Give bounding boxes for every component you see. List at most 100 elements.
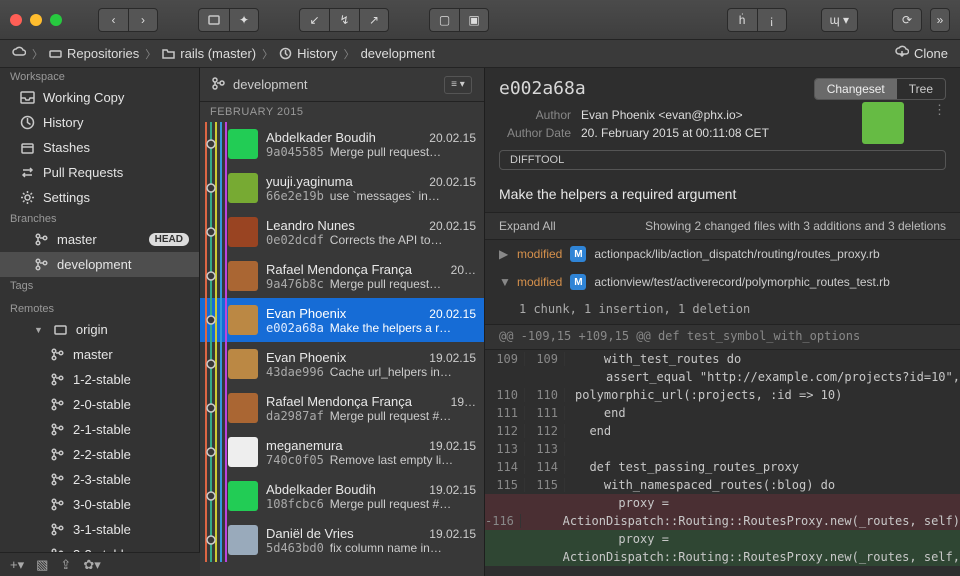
pull-button[interactable]: ↙ (299, 8, 329, 32)
sidebar-item-settings[interactable]: Settings (0, 185, 199, 210)
commit-row[interactable]: Rafael Mendonça França 19… da2987af Merg… (200, 386, 484, 430)
disclosure-icon[interactable]: ▶ (499, 247, 509, 261)
commit-row[interactable]: Rafael Mendonça França 20… 9a476b8c Merg… (200, 254, 484, 298)
commit-date: 20.02.15 (429, 131, 476, 145)
more-icon[interactable]: ⋮ (933, 102, 946, 118)
sidebar-branch-development[interactable]: development (0, 252, 199, 277)
old-line-number: 110 (485, 388, 525, 402)
refresh-button[interactable]: ⟳ (892, 8, 922, 32)
drive-icon (49, 47, 62, 60)
commit-author: Evan Phoenix (266, 306, 346, 321)
sidebar-item-working-copy[interactable]: Working Copy (0, 85, 199, 110)
diff-code: proxy = (565, 532, 669, 546)
add-menu-icon[interactable]: +▾ (10, 557, 24, 573)
forward-button[interactable]: › (128, 8, 158, 32)
commit-button[interactable] (198, 8, 229, 32)
view-mode-button[interactable]: ≡ ▾ (444, 76, 472, 94)
new-line-number: 113 (525, 442, 565, 456)
changes-summary: Showing 2 changed files with 3 additions… (645, 219, 946, 233)
sidebar-item-pull-requests[interactable]: Pull Requests (0, 160, 199, 185)
commit-author: Abdelkader Boudih (266, 130, 376, 145)
expand-all-button[interactable]: Expand All (499, 219, 556, 233)
commit-message: Cache url_helpers in… (330, 365, 452, 379)
commit-row[interactable]: Daniël de Vries 19.02.15 5d463bd0 fix co… (200, 518, 484, 562)
unstash-button[interactable]: ▣ (459, 8, 489, 32)
segment-changeset[interactable]: Changeset (815, 79, 897, 99)
diff-line: 111 111 end (485, 404, 960, 422)
commit-graph (200, 518, 228, 562)
author-avatar (228, 525, 258, 555)
push-button[interactable]: ↗ (359, 8, 389, 32)
changed-file-row[interactable]: ▼ modified M actionview/test/activerecor… (485, 268, 960, 296)
remote-branch-3-1-stable[interactable]: 3-1-stable (0, 517, 199, 542)
overflow-button[interactable]: » (930, 8, 950, 32)
branch-icon (50, 522, 65, 537)
commit-row[interactable]: Abdelkader Boudih 20.02.15 9a045585 Merg… (200, 122, 484, 166)
commit-date: 20.02.15 (429, 307, 476, 321)
diff-line: 112 112 end (485, 422, 960, 440)
sidebar-item-label: 2-2-stable (73, 447, 189, 462)
sidebar-branch-master[interactable]: master HEAD (0, 227, 199, 252)
old-line-number: -116 (485, 514, 521, 528)
commit-short-hash: 66e2e19b (266, 189, 324, 203)
breadcrumb-branch[interactable]: development (361, 46, 435, 61)
branch-button[interactable]: ḣ (727, 8, 757, 32)
remote-branch-master[interactable]: master (0, 342, 199, 367)
view-segmented-control[interactable]: Changeset Tree (814, 78, 946, 100)
cloud-icon (12, 45, 26, 62)
commit-list[interactable]: Abdelkader Boudih 20.02.15 9a045585 Merg… (200, 122, 484, 576)
export-icon[interactable]: ⇪ (60, 557, 71, 573)
sidebar-item-label: Stashes (43, 140, 189, 155)
zoom-window-icon[interactable] (50, 14, 62, 26)
breadcrumb-history[interactable]: History (279, 46, 337, 61)
sidebar-item-history[interactable]: History (0, 110, 199, 135)
minimize-window-icon[interactable] (30, 14, 42, 26)
remote-branch-3-0-stable[interactable]: 3-0-stable (0, 492, 199, 517)
sidebar-item-stashes[interactable]: Stashes (0, 135, 199, 160)
commit-row[interactable]: Evan Phoenix 20.02.15 e002a68a Make the … (200, 298, 484, 342)
remote-branch-2-0-stable[interactable]: 2-0-stable (0, 392, 199, 417)
commit-graph (200, 430, 228, 474)
breadcrumb-label: History (297, 46, 337, 61)
close-window-icon[interactable] (10, 14, 22, 26)
changed-file-row[interactable]: ▶ modified M actionpack/lib/action_dispa… (485, 240, 960, 268)
flow-menu[interactable]: ɰ ▾ (821, 8, 858, 32)
chunk-summary: 1 chunk, 1 insertion, 1 deletion (485, 296, 960, 324)
breadcrumb-repo[interactable]: rails (master) (162, 46, 256, 61)
diff-line: -116 ActionDispatch::Routing::RoutesProx… (485, 512, 960, 530)
stash-button[interactable]: ▢ (429, 8, 459, 32)
remote-branch-2-3-stable[interactable]: 2-3-stable (0, 467, 199, 492)
commit-row[interactable]: meganemura 19.02.15 740c0f05 Remove last… (200, 430, 484, 474)
remote-label: origin (76, 322, 189, 337)
diff-view[interactable]: 109 109 with_test_routes do assert_equal… (485, 350, 960, 566)
file-path: actionview/test/activerecord/polymorphic… (594, 275, 889, 289)
tag-button[interactable]: ¡ (757, 8, 787, 32)
clone-button[interactable]: Clone (895, 45, 948, 62)
commit-graph (200, 342, 228, 386)
disclosure-icon[interactable]: ▼ (499, 275, 509, 289)
difftool-button[interactable]: DIFFTOOL (499, 150, 946, 170)
commit-row[interactable]: yuuji.yaginuma 20.02.15 66e2e19b use `me… (200, 166, 484, 210)
sidebar-footer: +▾ ▧ ⇪ ✿▾ (0, 552, 200, 576)
remote-branch-1-2-stable[interactable]: 1-2-stable (0, 367, 199, 392)
commit-graph (200, 386, 228, 430)
magic-button[interactable]: ✦ (229, 8, 259, 32)
segment-tree[interactable]: Tree (897, 79, 945, 99)
clone-label: Clone (914, 46, 948, 61)
settings-icon[interactable]: ✿▾ (83, 557, 100, 573)
remote-branch-2-1-stable[interactable]: 2-1-stable (0, 417, 199, 442)
remote-origin[interactable]: ▼ origin (0, 317, 199, 342)
sidebar-section-workspace: Workspace (0, 68, 199, 85)
breadcrumb-repositories[interactable]: Repositories (49, 46, 139, 61)
author-avatar (228, 481, 258, 511)
pathbar: 〉 Repositories 〉 rails (master) 〉 Histor… (0, 40, 960, 68)
fetch-button[interactable]: ↯ (329, 8, 359, 32)
picture-icon[interactable]: ▧ (36, 557, 48, 573)
sidebar-item-label: master (57, 232, 141, 247)
commit-row[interactable]: Abdelkader Boudih 19.02.15 108fcbc6 Merg… (200, 474, 484, 518)
sidebar-item-label: master (73, 347, 189, 362)
commit-row[interactable]: Leandro Nunes 20.02.15 0e02dcdf Corrects… (200, 210, 484, 254)
remote-branch-2-2-stable[interactable]: 2-2-stable (0, 442, 199, 467)
back-button[interactable]: ‹ (98, 8, 128, 32)
commit-row[interactable]: Evan Phoenix 19.02.15 43dae996 Cache url… (200, 342, 484, 386)
